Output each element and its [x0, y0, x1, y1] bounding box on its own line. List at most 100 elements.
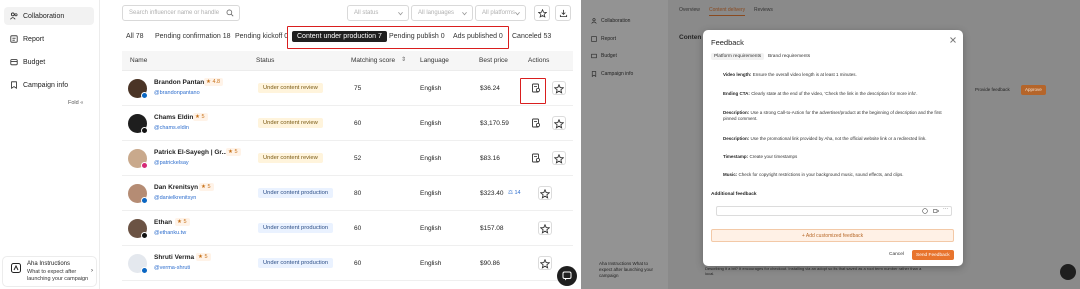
table-row[interactable]: Dan Krenitsyn ★ 5 @danielkrenitsyn Under…: [122, 177, 573, 211]
favorites-button[interactable]: [534, 5, 550, 21]
tab-content-under-production[interactable]: Content under production 7: [292, 31, 387, 42]
feedback-modal: Feedback Platform requirements Brand req…: [703, 30, 963, 266]
fold-button[interactable]: Fold «: [68, 100, 83, 106]
chevron-down-icon: [515, 11, 520, 16]
requirement-label: Video length:: [723, 72, 752, 77]
tab-pending-kickoff[interactable]: Pending kickoff 0: [235, 33, 288, 40]
modal-title: Feedback: [711, 38, 744, 47]
favorite-button[interactable]: [538, 221, 552, 235]
more-icon[interactable]: ···: [943, 206, 948, 212]
status-filter[interactable]: All status: [347, 5, 409, 21]
influencer-name[interactable]: Patrick El-Sayegh | Gr...: [154, 149, 227, 156]
filter-label: All platforms: [482, 10, 516, 16]
tab-canceled[interactable]: Canceled 53: [512, 33, 551, 40]
best-price: $323.40: [480, 190, 504, 197]
linkedin-icon: [141, 267, 148, 274]
bg-tab-overview: Overview: [679, 7, 700, 13]
table-header: Name Status Matching score ⇕ Language Be…: [122, 51, 573, 71]
bg-bottom-text: Describing it a bit? It encourages for c…: [705, 266, 922, 276]
review-content-button[interactable]: [529, 151, 543, 165]
document-review-icon: [532, 153, 541, 163]
star-icon: [539, 223, 551, 234]
favorite-button[interactable]: [552, 81, 566, 95]
tab-brand-requirements[interactable]: Brand requirements: [765, 53, 813, 60]
language: English: [420, 155, 442, 162]
star-icon: [553, 83, 565, 94]
tab-all[interactable]: All 78: [126, 33, 144, 40]
requirement-label: Timestamp:: [723, 154, 749, 159]
sidebar-item-collaboration[interactable]: Collaboration: [4, 7, 94, 25]
col-matching-score[interactable]: Matching score: [351, 57, 395, 64]
matching-score: 60: [354, 120, 362, 127]
sort-icon[interactable]: ⇕: [401, 56, 406, 63]
export-button[interactable]: [555, 5, 571, 21]
sidebar-item-label: Budget: [23, 58, 46, 66]
bg-tab-reviews: Reviews: [754, 7, 773, 13]
favorite-button[interactable]: [538, 186, 552, 200]
review-content-button[interactable]: [529, 116, 543, 130]
language-filter[interactable]: All languages: [411, 5, 473, 21]
best-price: $90.86: [480, 260, 500, 267]
requirement-label: Description:: [723, 110, 750, 115]
platform-filter[interactable]: All platforms: [475, 5, 526, 21]
budget-icon: [591, 53, 597, 59]
star-icon: [539, 258, 551, 269]
bg-heading: Conten: [679, 34, 702, 41]
search-input[interactable]: Search influencer name or handle: [122, 5, 240, 21]
favorite-button[interactable]: [538, 256, 552, 270]
emoji-icon[interactable]: [922, 208, 928, 214]
tab-platform-requirements[interactable]: Platform requirements: [711, 53, 765, 60]
close-icon[interactable]: [949, 36, 957, 44]
add-customized-feedback-button[interactable]: + Add customized feedback: [711, 229, 954, 242]
table-row[interactable]: Shruti Verma ★ 5 @verma-shruti Under con…: [122, 247, 573, 281]
video-icon[interactable]: [933, 208, 939, 214]
requirement-item: Timestamp: Create your timestamps: [723, 154, 955, 160]
search-placeholder: Search influencer name or handle: [129, 10, 220, 16]
influencer-handle[interactable]: @brandonpantano: [154, 90, 200, 96]
tab-ads-published[interactable]: Ads published 0: [453, 33, 503, 40]
influencer-name[interactable]: Brandon Pantano: [154, 79, 208, 86]
sidebar-item-campaign-info[interactable]: Campaign info: [4, 76, 94, 94]
rating-badge: ★ 5: [175, 218, 190, 226]
influencer-name[interactable]: Dan Krenitsyn: [154, 184, 198, 191]
rating-value: 5: [207, 184, 211, 190]
table-row[interactable]: Brandon Pantano ★ 4.8 @brandonpantano Un…: [122, 72, 573, 106]
bg-nav-label: Report: [601, 36, 617, 42]
aha-instructions-card[interactable]: Aha Instructions What to expect after la…: [2, 256, 97, 287]
influencer-handle[interactable]: @verma-shruti: [154, 265, 190, 271]
rating-value: 5: [183, 219, 187, 225]
aha-logo-icon: [11, 263, 21, 273]
star-icon: [538, 9, 547, 18]
sidebar-item-budget[interactable]: Budget: [4, 53, 94, 71]
influencer-handle[interactable]: @danielkrenitsyn: [154, 195, 196, 201]
tab-pending-publish[interactable]: Pending publish 0: [389, 33, 445, 40]
influencer-handle[interactable]: @chams.eldin: [154, 125, 189, 131]
people-icon: [591, 18, 597, 24]
influencer-handle[interactable]: @patrickelsay: [154, 160, 189, 166]
star-icon: [553, 118, 565, 129]
send-feedback-button[interactable]: Send Feedback: [912, 250, 954, 260]
table-row[interactable]: Chams Eldin ★ 5 @chams.eldin Under conte…: [122, 107, 573, 141]
bg-tab-content-delivery: Content delivery: [709, 7, 746, 16]
influencer-name[interactable]: Chams Eldin: [154, 114, 193, 121]
rating-value: 5: [201, 114, 205, 120]
best-price: $157.08: [480, 225, 504, 232]
favorite-button[interactable]: [552, 151, 566, 165]
best-price: $36.24: [480, 85, 500, 92]
influencer-name[interactable]: Ethan: [154, 219, 172, 226]
additional-feedback-input[interactable]: ···: [716, 206, 952, 216]
favorite-button[interactable]: [552, 116, 566, 130]
tab-pending-confirmation[interactable]: Pending confirmation 18: [155, 33, 231, 40]
matching-score: 80: [354, 190, 362, 197]
chat-button[interactable]: [557, 266, 577, 286]
bg-approve-button: Approve: [1021, 85, 1046, 95]
requirement-label: Ending CTA:: [723, 91, 750, 96]
bg-aha-text: Aha Instructions What to expect after la…: [599, 261, 654, 278]
influencer-name[interactable]: Shruti Verma: [154, 254, 194, 261]
sidebar-item-report[interactable]: Report: [4, 30, 94, 48]
table-row[interactable]: Patrick El-Sayegh | Gr... ★ 5 @patrickel…: [122, 142, 573, 176]
table-row[interactable]: Ethan ★ 5 @ethanku.tw Under content prod…: [122, 212, 573, 246]
cancel-button[interactable]: Cancel: [889, 252, 904, 257]
influencer-handle[interactable]: @ethanku.tw: [154, 230, 186, 236]
rating-value: 4.8: [212, 79, 221, 85]
